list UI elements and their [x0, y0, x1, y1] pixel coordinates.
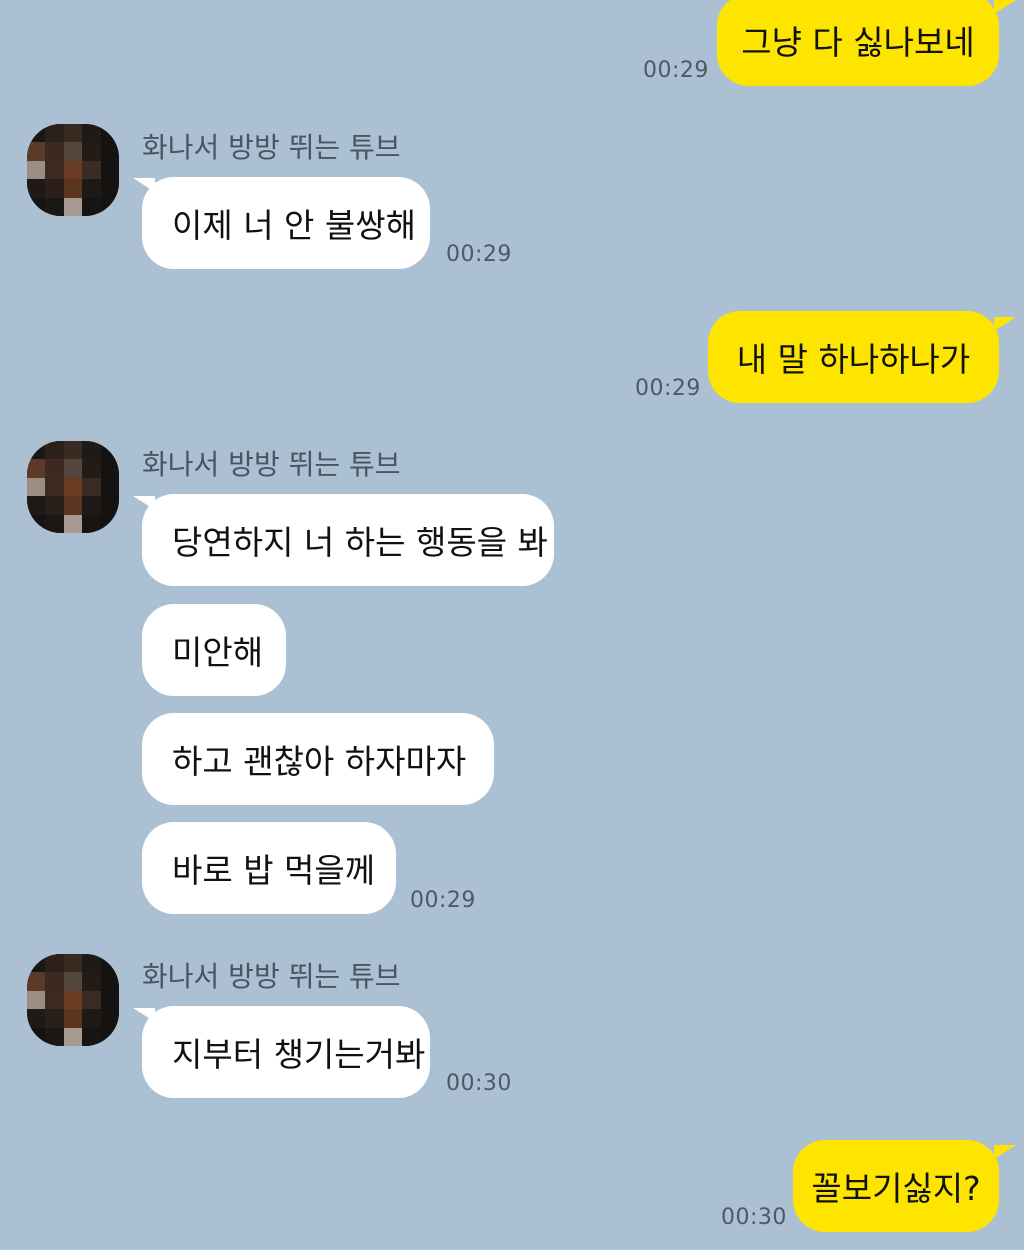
- received-message-bubble[interactable]: 하고 괜찮아 하자마자: [142, 713, 494, 805]
- sent-message-bubble[interactable]: 그냥 다 싫나보네: [717, 0, 999, 86]
- message-timestamp: 00:30: [721, 1205, 787, 1230]
- message-text: 바로 밥 먹을께: [172, 851, 376, 890]
- message-text: 꼴보기싫지?: [811, 1169, 981, 1208]
- sender-name: 화나서 방방 뛰는 튜브: [142, 131, 401, 164]
- message-text: 그냥 다 싫나보네: [741, 23, 975, 62]
- message-timestamp: 00:29: [635, 376, 701, 401]
- pixelated-avatar-icon[interactable]: [27, 441, 119, 533]
- sent-message-bubble[interactable]: 내 말 하나하나가: [708, 311, 999, 403]
- received-message-bubble[interactable]: 당연하지 너 하는 행동을 봐: [142, 494, 554, 586]
- pixelated-avatar-icon[interactable]: [27, 124, 119, 216]
- message-timestamp: 00:30: [446, 1071, 512, 1096]
- message-text: 이제 너 안 불쌍해: [172, 206, 416, 245]
- received-message-bubble[interactable]: 미안해: [142, 604, 286, 696]
- received-message-bubble[interactable]: 바로 밥 먹을께: [142, 822, 396, 914]
- pixelated-avatar-icon[interactable]: [27, 954, 119, 1046]
- received-message-bubble[interactable]: 이제 너 안 불쌍해: [142, 177, 430, 269]
- message-text: 내 말 하나하나가: [736, 340, 971, 379]
- message-text: 미안해: [172, 633, 264, 672]
- message-text: 하고 괜찮아 하자마자: [172, 742, 467, 781]
- bubble-tail: [994, 0, 1016, 14]
- message-timestamp: 00:29: [643, 58, 709, 83]
- sent-message-bubble[interactable]: 꼴보기싫지?: [793, 1140, 999, 1232]
- message-text: 지부터 챙기는거봐: [172, 1035, 426, 1074]
- message-timestamp: 00:29: [410, 888, 476, 913]
- message-timestamp: 00:29: [446, 242, 512, 267]
- sender-name: 화나서 방방 뛰는 튜브: [142, 960, 401, 993]
- message-text: 당연하지 너 하는 행동을 봐: [172, 523, 548, 562]
- bubble-tail: [994, 1145, 1016, 1159]
- sender-name: 화나서 방방 뛰는 튜브: [142, 448, 401, 481]
- chat-area: 그냥 다 싫나보네 00:29 화나서 방방 뛰는 튜브 이제 너 안 불쌍해 …: [0, 0, 1024, 1250]
- bubble-tail: [994, 317, 1016, 331]
- received-message-bubble[interactable]: 지부터 챙기는거봐: [142, 1006, 430, 1098]
